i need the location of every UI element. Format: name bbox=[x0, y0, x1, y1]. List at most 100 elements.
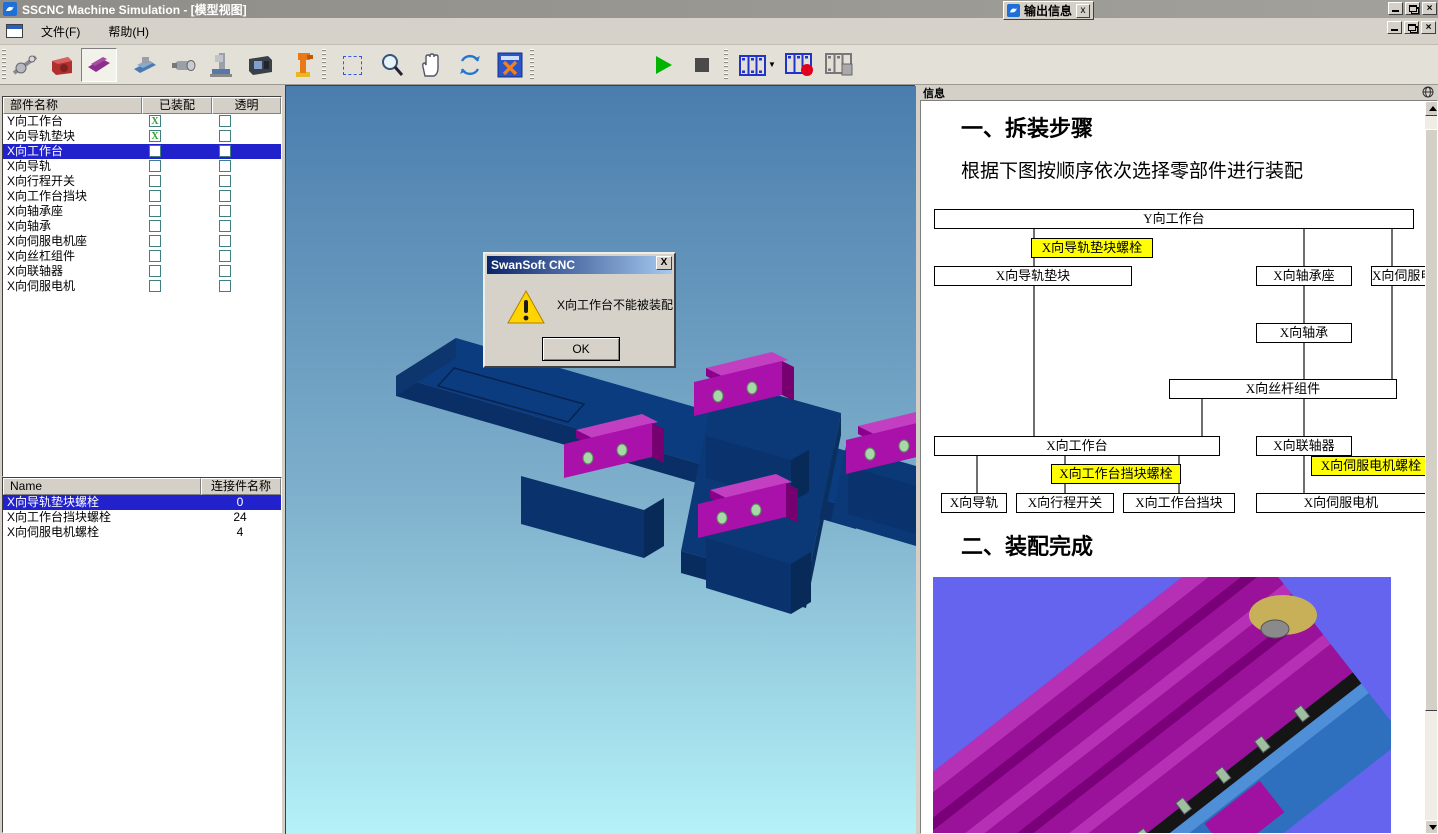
gearbox-button[interactable] bbox=[44, 48, 80, 82]
finished-heading: 二、装配完成 bbox=[961, 529, 1093, 561]
scroll-up-button[interactable] bbox=[1425, 101, 1438, 116]
rotate-button[interactable] bbox=[452, 48, 488, 82]
parts-row[interactable]: X向行程开关 bbox=[3, 174, 281, 189]
transparent-checkbox[interactable] bbox=[219, 220, 231, 232]
parts-row-selected[interactable]: X向工作台 bbox=[3, 144, 281, 159]
close-button[interactable]: × bbox=[1422, 2, 1437, 15]
stop-button[interactable] bbox=[684, 48, 720, 82]
gearbox-icon bbox=[48, 51, 76, 79]
col-connector-name[interactable]: 连接件名称 bbox=[201, 478, 281, 495]
transparent-checkbox[interactable] bbox=[219, 250, 231, 262]
shaft-button[interactable] bbox=[7, 48, 43, 82]
title-bar: SSCNC Machine Simulation - [模型视图] × bbox=[0, 0, 1438, 18]
transparent-checkbox[interactable] bbox=[219, 280, 231, 292]
assembled-checkbox[interactable] bbox=[149, 265, 161, 277]
connector-row[interactable]: X向工作台挡块螺栓24 bbox=[3, 510, 281, 525]
connector-row-selected[interactable]: X向导轨垫块螺栓0 bbox=[3, 495, 281, 510]
assembled-checkbox[interactable] bbox=[149, 205, 161, 217]
info-scrollbar[interactable] bbox=[1425, 101, 1438, 834]
scroll-thumb[interactable] bbox=[1425, 129, 1438, 711]
worktable-button[interactable] bbox=[127, 48, 163, 82]
flow-table-stop: X向工作台挡块 bbox=[1123, 493, 1235, 513]
transparent-checkbox[interactable] bbox=[219, 235, 231, 247]
output-info-floating-bar[interactable]: 输出信息 x bbox=[1003, 1, 1094, 20]
machine-3d-view[interactable] bbox=[285, 85, 915, 834]
transparent-checkbox[interactable] bbox=[219, 130, 231, 142]
robot-arm-button[interactable] bbox=[284, 48, 320, 82]
toolbar-grip[interactable] bbox=[322, 49, 326, 81]
dialog-close-button[interactable]: X bbox=[656, 256, 672, 270]
transparent-checkbox[interactable] bbox=[219, 160, 231, 172]
col-assembled[interactable]: 已装配 bbox=[142, 97, 212, 114]
assembled-checkbox[interactable] bbox=[149, 235, 161, 247]
transparent-checkbox[interactable] bbox=[219, 265, 231, 277]
assembled-checkbox[interactable]: X bbox=[149, 115, 161, 127]
toolbar-grip[interactable] bbox=[2, 49, 6, 81]
parts-row[interactable]: X向伺服电机 bbox=[3, 279, 281, 294]
parts-row[interactable]: X向伺服电机座 bbox=[3, 234, 281, 249]
fit-view-button[interactable] bbox=[492, 48, 528, 82]
scroll-down-button[interactable] bbox=[1425, 820, 1438, 834]
parts-row[interactable]: X向工作台挡块 bbox=[3, 189, 281, 204]
toolbar-grip[interactable] bbox=[724, 49, 728, 81]
assembled-checkbox[interactable] bbox=[149, 250, 161, 262]
restore-button[interactable] bbox=[1405, 2, 1420, 15]
warning-icon bbox=[507, 290, 545, 324]
transparent-checkbox[interactable] bbox=[219, 145, 231, 157]
assembled-checkbox[interactable] bbox=[149, 280, 161, 292]
select-rect-button[interactable] bbox=[334, 48, 370, 82]
transparent-checkbox[interactable] bbox=[219, 115, 231, 127]
globe-icon[interactable] bbox=[1422, 86, 1434, 98]
minimize-button[interactable] bbox=[1388, 2, 1403, 15]
zoom-button[interactable] bbox=[374, 48, 410, 82]
film-dropdown-icon[interactable]: ▼ bbox=[768, 60, 776, 69]
col-name[interactable]: Name bbox=[3, 478, 201, 495]
col-part-name[interactable]: 部件名称 bbox=[3, 97, 142, 114]
assembled-checkbox[interactable] bbox=[149, 220, 161, 232]
film-button[interactable] bbox=[734, 48, 770, 82]
dialog-message: X向工作台不能被装配 bbox=[557, 296, 673, 313]
connectors-table: Name 连接件名称 X向导轨垫块螺栓0 X向工作台挡块螺栓24 X向伺服电机螺… bbox=[2, 477, 282, 833]
transparent-checkbox[interactable] bbox=[219, 175, 231, 187]
flow-screw-assembly: X向丝杆组件 bbox=[1169, 379, 1397, 399]
assembled-checkbox[interactable] bbox=[149, 175, 161, 187]
film-stop-button[interactable] bbox=[822, 48, 858, 82]
parts-row[interactable]: X向联轴器 bbox=[3, 264, 281, 279]
parts-row[interactable]: X向轴承 bbox=[3, 219, 281, 234]
cylinder-button[interactable] bbox=[166, 48, 202, 82]
slider-part-button[interactable] bbox=[81, 48, 117, 82]
parts-row[interactable]: X向丝杠组件 bbox=[3, 249, 281, 264]
flow-guide-pad-bolt: X向导轨垫块螺栓 bbox=[1031, 238, 1153, 258]
child-close-button[interactable]: × bbox=[1421, 21, 1436, 34]
assembled-checkbox[interactable] bbox=[149, 190, 161, 202]
play-button[interactable] bbox=[646, 48, 682, 82]
warning-dialog: SwanSoft CNC X X向工作台不能被装配 OK bbox=[483, 252, 676, 368]
cnc-machine-button[interactable] bbox=[242, 48, 278, 82]
output-info-icon bbox=[1007, 4, 1020, 17]
menu-file[interactable]: 文件(F) bbox=[31, 19, 90, 44]
connector-row[interactable]: X向伺服电机螺栓4 bbox=[3, 525, 281, 540]
toolbar-grip[interactable] bbox=[530, 49, 534, 81]
assembled-checkbox[interactable] bbox=[149, 160, 161, 172]
child-restore-button[interactable] bbox=[1404, 21, 1419, 34]
child-minimize-button[interactable] bbox=[1387, 21, 1402, 34]
transparent-checkbox[interactable] bbox=[219, 205, 231, 217]
col-transparent[interactable]: 透明 bbox=[212, 97, 281, 114]
transparent-checkbox[interactable] bbox=[219, 190, 231, 202]
flow-line bbox=[1033, 229, 1035, 436]
parts-row[interactable]: Y向工作台X bbox=[3, 114, 281, 129]
parts-table: 部件名称 已装配 透明 Y向工作台X X向导轨垫块X X向工作台 X向导轨 X向… bbox=[2, 96, 282, 477]
parts-row[interactable]: X向轴承座 bbox=[3, 204, 281, 219]
dialog-title-bar[interactable]: SwanSoft CNC bbox=[487, 256, 672, 274]
parts-row[interactable]: X向导轨 bbox=[3, 159, 281, 174]
output-info-close-button[interactable]: x bbox=[1076, 4, 1090, 18]
pan-button[interactable] bbox=[412, 48, 448, 82]
menu-help[interactable]: 帮助(H) bbox=[98, 19, 159, 44]
ok-button[interactable]: OK bbox=[542, 337, 620, 361]
film-record-button[interactable] bbox=[782, 48, 818, 82]
connector-count: 24 bbox=[201, 510, 279, 525]
assembled-checkbox[interactable]: X bbox=[149, 130, 161, 142]
parts-row[interactable]: X向导轨垫块X bbox=[3, 129, 281, 144]
assembled-checkbox[interactable] bbox=[149, 145, 161, 157]
drill-press-button[interactable] bbox=[203, 48, 239, 82]
